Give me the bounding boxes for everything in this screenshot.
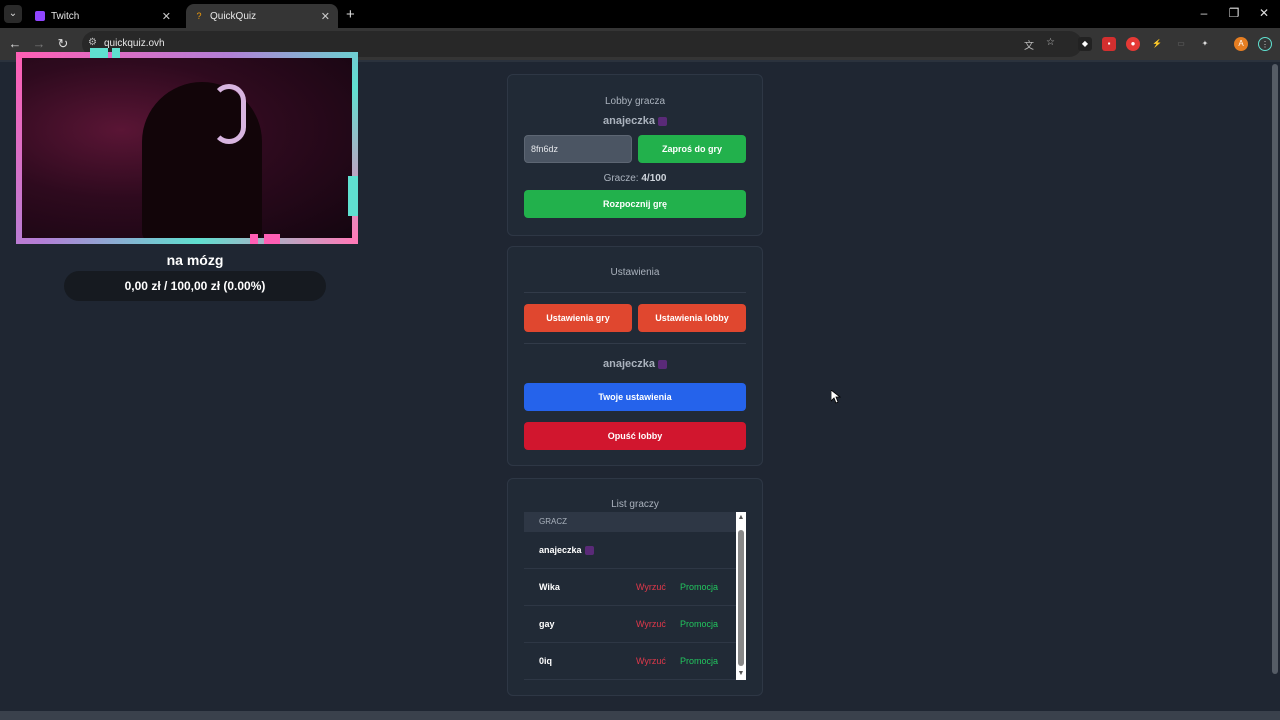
player-list-scrollbar[interactable]: ▲ ▼ [736,512,746,680]
extension-gray-icon[interactable]: ▭ [1174,37,1188,51]
table-row: anajeczka [524,532,736,569]
webcam-overlay [12,48,360,246]
settings-username: anajeczka [603,358,655,370]
tab-title: QuickQuiz [210,10,257,22]
close-tab-icon[interactable]: ✕ [162,10,171,23]
player-list-card: List graczy GRACZ anajeczka Wika Wyrzuć … [507,478,763,696]
player-column-header: GRACZ [524,512,736,532]
tab-title: Twitch [51,10,80,22]
settings-title: Ustawienia [610,267,660,278]
page-scrollbar[interactable] [1270,62,1280,712]
settings-user: anajeczka [508,358,762,370]
scroll-thumb[interactable] [738,530,744,666]
page-scroll-thumb[interactable] [1272,64,1278,674]
lobby-card: Lobby gracza anajeczka Zaproś do gry Gra… [507,74,763,236]
settings-card: Ustawienia Ustawienia gry Ustawienia lob… [507,246,763,466]
user-badge-icon [657,359,667,369]
players-count-value: 4/100 [641,173,667,184]
table-row: 0iq Wyrzuć Promocja [524,643,736,680]
kick-button[interactable]: Wyrzuć [636,582,666,592]
translate-icon[interactable]: 文 [1024,37,1034,52]
lobby-code-input[interactable] [524,135,632,163]
player-table: GRACZ anajeczka Wika Wyrzuć Promocja gay… [524,512,746,680]
game-settings-button[interactable]: Ustawienia gry [524,304,632,332]
your-settings-button[interactable]: Twoje ustawienia [524,383,746,411]
leave-lobby-button[interactable]: Opuść lobby [524,422,746,450]
tab-search-icon[interactable]: ⌄ [4,5,22,23]
promote-button[interactable]: Promocja [680,656,718,666]
mouse-cursor-icon [831,390,841,404]
lobby-title: Lobby gracza [604,96,666,107]
scroll-down-icon[interactable]: ▼ [737,669,745,679]
tab-twitch[interactable]: Twitch ✕ [27,4,179,28]
new-tab-icon[interactable]: + [346,6,360,23]
user-badge-icon [584,546,594,556]
extension-red-icon[interactable]: ● [1126,37,1140,51]
close-window-icon[interactable]: ✕ [1257,6,1271,20]
players-count: Gracze: 4/100 [508,173,762,184]
webcam-video [22,58,352,238]
extensions-puzzle-icon[interactable]: ✦ [1198,37,1212,51]
quickquiz-icon: ? [196,11,202,21]
owner-name: anajeczka [603,115,655,127]
browser-tabbar: ⌄ Twitch ✕ ? QuickQuiz ✕ + – ❐ ✕ [0,0,1280,28]
promote-button[interactable]: Promocja [680,619,718,629]
donation-goal: 0,00 zł / 100,00 zł (0.00%) [64,271,326,301]
site-info-icon[interactable]: ⚙ [88,37,97,48]
player-name: anajeczka [539,545,594,556]
overlay-deco [348,176,358,216]
player-list-title: List graczy [611,499,659,510]
player-name: gay [539,619,555,629]
bottom-strip [0,711,1280,720]
overlay-deco [90,48,108,58]
restore-icon[interactable]: ❐ [1227,6,1241,20]
lobby-owner: anajeczka [508,115,762,127]
headset-shape [212,84,246,144]
scroll-up-icon[interactable]: ▲ [737,513,745,523]
players-label: Gracze: [603,173,639,184]
overlay-deco [264,234,280,244]
overlay-deco [112,48,120,58]
close-tab-icon[interactable]: ✕ [321,10,330,23]
extension-blue-icon[interactable]: ⚡ [1150,37,1164,51]
menu-kebab-icon[interactable]: ⋮ [1258,37,1272,51]
lobby-settings-button[interactable]: Ustawienia lobby [638,304,746,332]
divider [524,292,746,293]
player-name: 0iq [539,656,553,666]
extension-icon[interactable]: ◆ [1078,37,1092,51]
adblock-icon[interactable]: ▪ [1102,37,1116,51]
kick-button[interactable]: Wyrzuć [636,619,666,629]
invite-button[interactable]: Zaproś do gry [638,135,746,163]
overlay-deco [250,234,258,244]
kick-button[interactable]: Wyrzuć [636,656,666,666]
table-row: Wika Wyrzuć Promocja [524,569,736,606]
player-name-text: anajeczka [539,545,582,555]
start-game-button[interactable]: Rozpocznij grę [524,190,746,218]
promote-button[interactable]: Promocja [680,582,718,592]
table-row: gay Wyrzuć Promocja [524,606,736,643]
bookmark-star-icon[interactable]: ☆ [1046,37,1055,48]
minimize-icon[interactable]: – [1197,6,1211,20]
stream-title: na mózg [166,252,224,268]
profile-avatar-icon[interactable]: A [1234,37,1248,51]
divider [524,343,746,344]
user-badge-icon [657,116,667,126]
twitch-icon [35,11,45,21]
tab-quickquiz[interactable]: ? QuickQuiz ✕ [186,4,338,28]
player-name: Wika [539,582,560,592]
